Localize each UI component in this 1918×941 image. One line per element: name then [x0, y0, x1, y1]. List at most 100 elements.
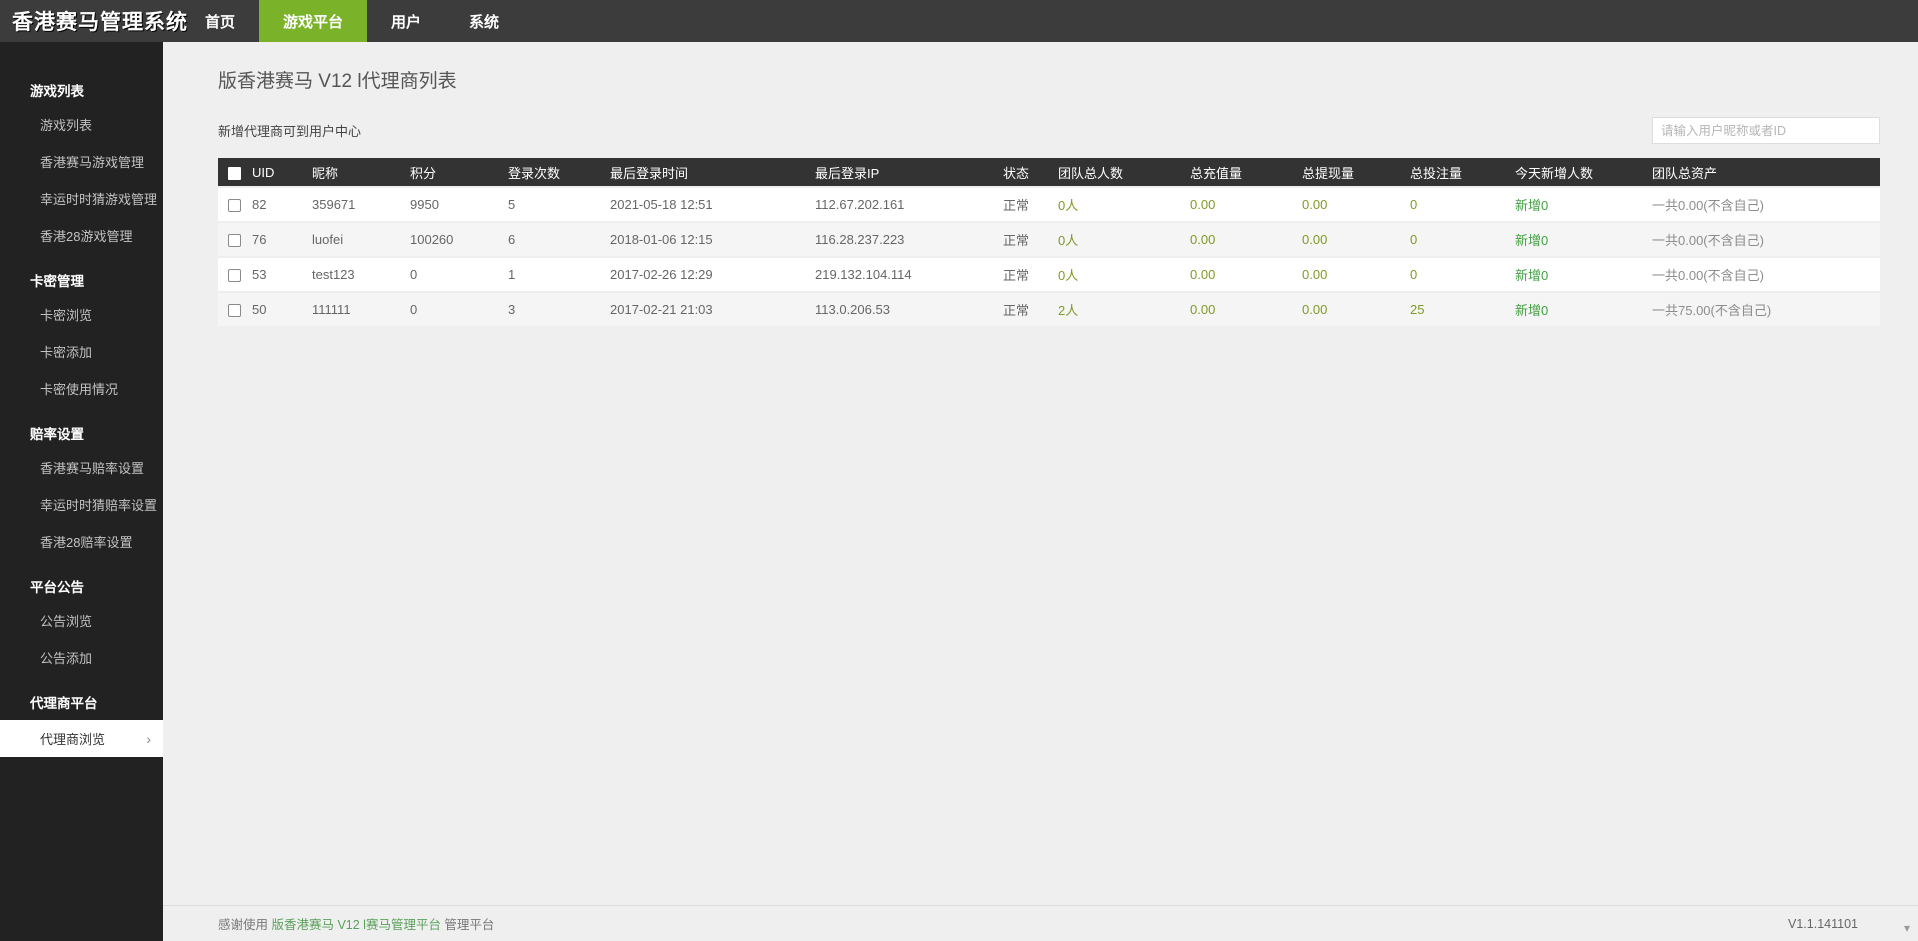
table-cell: 0	[1410, 258, 1515, 291]
row-checkbox-cell	[218, 258, 252, 291]
table-cell: 6	[508, 223, 610, 256]
sidebar-item[interactable]: 公告添加	[0, 639, 163, 676]
table-cell: 新增0	[1515, 223, 1652, 256]
table-cell: 0人	[1058, 258, 1190, 291]
table-cell: 2017-02-21 21:03	[610, 293, 815, 326]
header-cell: 登录次数	[508, 158, 610, 186]
sidebar-item[interactable]: 卡密使用情况	[0, 370, 163, 407]
sidebar-item[interactable]: 卡密浏览	[0, 296, 163, 333]
table-cell: luofei	[312, 223, 410, 256]
search-input[interactable]	[1652, 117, 1880, 144]
table-cell: 新增0	[1515, 188, 1652, 221]
header-cell: 最后登录IP	[815, 158, 1003, 186]
row-checkbox-cell	[218, 223, 252, 256]
header-cell: 昵称	[312, 158, 410, 186]
sidebar-section-title: 代理商平台	[0, 676, 163, 718]
sidebar-item[interactable]: 香港赛马赔率设置	[0, 449, 163, 486]
header-cell: 团队总资产	[1652, 158, 1880, 186]
table-cell: 112.67.202.161	[815, 188, 1003, 221]
table-cell: 116.28.237.223	[815, 223, 1003, 256]
app-logo: 香港赛马管理系统	[0, 0, 163, 42]
table-cell: 113.0.206.53	[815, 293, 1003, 326]
top-menu: 首页游戏平台用户系统	[181, 0, 523, 42]
sidebar-item[interactable]: 代理商浏览›	[0, 720, 163, 757]
table-cell: 2021-05-18 12:51	[610, 188, 815, 221]
table-cell: 一共75.00(不含自己)	[1652, 293, 1880, 326]
table-cell: 正常	[1003, 223, 1058, 256]
table-body: 82359671995052021-05-18 12:51112.67.202.…	[218, 188, 1880, 326]
table-cell: 一共0.00(不含自己)	[1652, 258, 1880, 291]
caret-down-icon: ▾	[1904, 921, 1910, 935]
header-cell: 总投注量	[1410, 158, 1515, 186]
table-cell: 25	[1410, 293, 1515, 326]
sidebar-section-title: 游戏列表	[0, 64, 163, 106]
header-cell: 积分	[410, 158, 508, 186]
sidebar-section: 平台公告 公告浏览公告添加	[0, 560, 163, 676]
row-checkbox[interactable]	[228, 269, 241, 282]
sidebar-item[interactable]: 游戏列表	[0, 106, 163, 143]
table-row: 82359671995052021-05-18 12:51112.67.202.…	[218, 188, 1880, 221]
table-cell: 100260	[410, 223, 508, 256]
header-cell: 最后登录时间	[610, 158, 815, 186]
sidebar-section-title: 平台公告	[0, 560, 163, 602]
sidebar-item[interactable]: 幸运时时猜赔率设置	[0, 486, 163, 523]
table-cell: 正常	[1003, 258, 1058, 291]
header-cell-checkbox	[218, 158, 252, 186]
table-cell: 0人	[1058, 223, 1190, 256]
footer-version: V1.1.141101	[1788, 917, 1858, 931]
table-row: 53test123012017-02-26 12:29219.132.104.1…	[218, 258, 1880, 291]
nav-item[interactable]: 首页	[181, 0, 259, 42]
row-checkbox-cell	[218, 188, 252, 221]
table-row: 50111111032017-02-21 21:03113.0.206.53正常…	[218, 293, 1880, 326]
table-cell: 1	[508, 258, 610, 291]
table-cell: 0.00	[1190, 258, 1302, 291]
content: 版香港赛马 V12 l代理商列表 新增代理商可到用户中心	[163, 42, 1918, 905]
nav-item[interactable]: 系统	[445, 0, 523, 42]
nav-item[interactable]: 游戏平台	[259, 0, 367, 42]
sidebar-item[interactable]: 幸运时时猜游戏管理	[0, 180, 163, 217]
table-cell: 50	[252, 293, 312, 326]
header-cell: 状态	[1003, 158, 1058, 186]
footer: 感谢使用 版香港赛马 V12 l赛马管理平台 管理平台 V1.1.141101 …	[163, 905, 1918, 941]
table-cell: 53	[252, 258, 312, 291]
sidebar-section: 代理商平台 代理商浏览›	[0, 676, 163, 757]
top-navbar: 香港赛马管理系统 首页游戏平台用户系统	[0, 0, 1918, 42]
table-cell: 9950	[410, 188, 508, 221]
table-cell: 0人	[1058, 188, 1190, 221]
table-cell: 0.00	[1302, 223, 1410, 256]
table-row: 76luofei10026062018-01-06 12:15116.28.23…	[218, 223, 1880, 256]
table-cell: 正常	[1003, 293, 1058, 326]
table-cell: 0	[1410, 223, 1515, 256]
sidebar-section: 赔率设置 香港赛马赔率设置幸运时时猜赔率设置香港28赔率设置	[0, 407, 163, 560]
sidebar-item[interactable]: 卡密添加	[0, 333, 163, 370]
header-cell: 总充值量	[1190, 158, 1302, 186]
table-cell: 正常	[1003, 188, 1058, 221]
sidebar-item[interactable]: 香港28赔率设置	[0, 523, 163, 560]
table-cell: 76	[252, 223, 312, 256]
table-cell: 359671	[312, 188, 410, 221]
row-checkbox[interactable]	[228, 304, 241, 317]
sidebar-item[interactable]: 香港赛马游戏管理	[0, 143, 163, 180]
main-area: 版香港赛马 V12 l代理商列表 新增代理商可到用户中心	[163, 42, 1918, 941]
header-cell: 总提现量	[1302, 158, 1410, 186]
table-cell: 219.132.104.114	[815, 258, 1003, 291]
table-cell: 82	[252, 188, 312, 221]
sidebar-item[interactable]: 香港28游戏管理	[0, 217, 163, 254]
table-cell: 2人	[1058, 293, 1190, 326]
toolbar: 新增代理商可到用户中心	[218, 117, 1880, 144]
table-cell: 3	[508, 293, 610, 326]
sidebar-section: 游戏列表 游戏列表香港赛马游戏管理幸运时时猜游戏管理香港28游戏管理	[0, 64, 163, 254]
header-cell: 今天新增人数	[1515, 158, 1652, 186]
header-cell: UID	[252, 158, 312, 186]
chevron-right-icon: ›	[146, 731, 151, 747]
row-checkbox[interactable]	[228, 234, 241, 247]
select-all-checkbox[interactable]	[228, 167, 241, 180]
footer-platform-link[interactable]: 版香港赛马 V12 l赛马管理平台	[271, 918, 440, 932]
table-cell: 0	[410, 293, 508, 326]
sidebar-item[interactable]: 公告浏览	[0, 602, 163, 639]
table-cell: 0	[1410, 188, 1515, 221]
table-cell: 一共0.00(不含自己)	[1652, 188, 1880, 221]
table-cell: 0.00	[1302, 188, 1410, 221]
row-checkbox[interactable]	[228, 199, 241, 212]
nav-item[interactable]: 用户	[367, 0, 445, 42]
